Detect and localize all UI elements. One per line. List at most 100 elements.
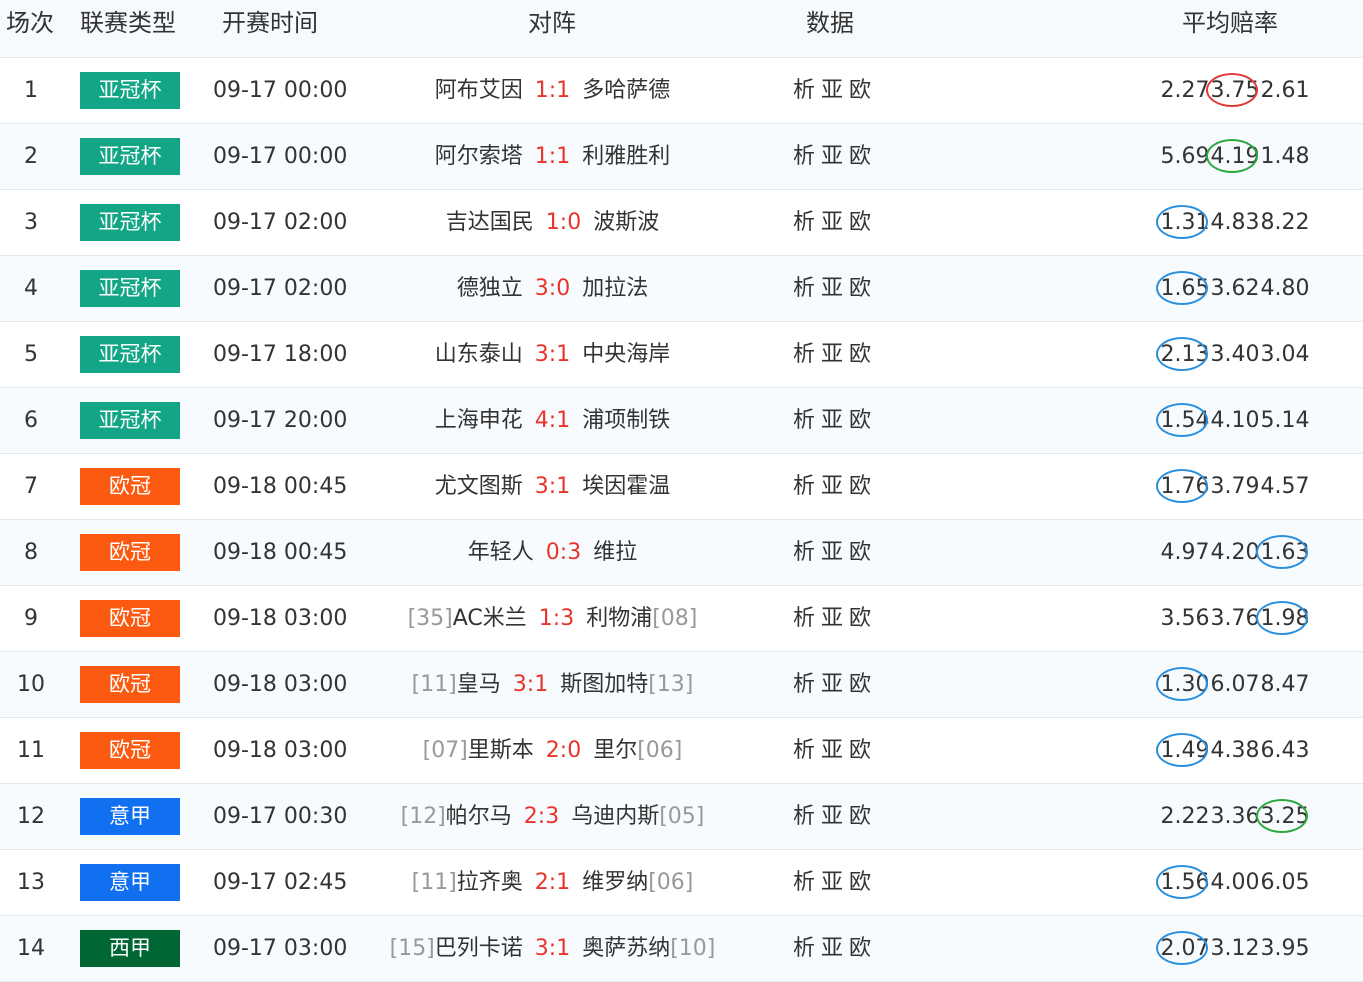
euro-odds-link[interactable]: 欧 [849,276,871,301]
away-team[interactable]: 乌迪内斯 [571,804,659,829]
league-badge[interactable]: 意甲 [80,798,180,835]
home-team[interactable]: 阿尔索塔 [435,144,523,169]
table-row[interactable]: 1 亚冠杯 09-17 00:00 阿布艾因 1:1 多哈萨德 析亚欧 2.273.752.6… [0,58,1363,124]
analysis-link[interactable]: 析 [793,738,815,763]
fixture[interactable]: 德独立 3:0 加拉法 [360,256,745,321]
asian-odds-link[interactable]: 亚 [821,342,843,367]
asian-odds-link[interactable]: 亚 [821,606,843,631]
fixture[interactable]: 吉达国民 1:0 波斯波 [360,190,745,255]
home-team[interactable]: 巴列卡诺 [435,936,523,961]
league-badge[interactable]: 亚冠杯 [80,336,180,373]
euro-odds-link[interactable]: 欧 [849,474,871,499]
away-team[interactable]: 斯图加特 [560,672,648,697]
table-row[interactable]: 12 意甲 09-17 00:30 [12]帕尔马 2:3 乌迪内斯[05] 析亚欧 2.22… [0,784,1363,850]
euro-odds-link[interactable]: 欧 [849,540,871,565]
table-row[interactable]: 7 欧冠 09-18 00:45 尤文图斯 3:1 埃因霍温 析亚欧 1.763.794.57 [0,454,1363,520]
league-badge[interactable]: 意甲 [80,864,180,901]
away-team[interactable]: 埃因霍温 [582,474,670,499]
analysis-link[interactable]: 析 [793,936,815,961]
euro-odds-link[interactable]: 欧 [849,672,871,697]
analysis-link[interactable]: 析 [793,672,815,697]
home-team[interactable]: 帕尔马 [446,804,512,829]
fixture[interactable]: [12]帕尔马 2:3 乌迪内斯[05] [360,784,745,849]
asian-odds-link[interactable]: 亚 [821,738,843,763]
table-row[interactable]: 5 亚冠杯 09-17 18:00 山东泰山 3:1 中央海岸 析亚欧 2.133.403.0… [0,322,1363,388]
euro-odds-link[interactable]: 欧 [849,342,871,367]
home-team[interactable]: AC米兰 [453,606,527,631]
league-badge[interactable]: 亚冠杯 [80,138,180,175]
fixture[interactable]: 尤文图斯 3:1 埃因霍温 [360,454,745,519]
asian-odds-link[interactable]: 亚 [821,540,843,565]
league-badge[interactable]: 亚冠杯 [80,72,180,109]
asian-odds-link[interactable]: 亚 [821,672,843,697]
analysis-link[interactable]: 析 [793,408,815,433]
fixture[interactable]: [11]拉齐奥 2:1 维罗纳[06] [360,850,745,915]
table-row[interactable]: 2 亚冠杯 09-17 00:00 阿尔索塔 1:1 利雅胜利 析亚欧 5.694.191.4… [0,124,1363,190]
asian-odds-link[interactable]: 亚 [821,210,843,235]
fixture[interactable]: [07]里斯本 2:0 里尔[06] [360,718,745,783]
analysis-link[interactable]: 析 [793,804,815,829]
asian-odds-link[interactable]: 亚 [821,276,843,301]
table-row[interactable]: 4 亚冠杯 09-17 02:00 德独立 3:0 加拉法 析亚欧 1.653.624.80 [0,256,1363,322]
league-badge[interactable]: 西甲 [80,930,180,967]
home-team[interactable]: 里斯本 [468,738,534,763]
analysis-link[interactable]: 析 [793,606,815,631]
euro-odds-link[interactable]: 欧 [849,870,871,895]
away-team[interactable]: 里尔 [593,738,637,763]
away-team[interactable]: 浦项制铁 [582,408,670,433]
fixture[interactable]: 山东泰山 3:1 中央海岸 [360,322,745,387]
euro-odds-link[interactable]: 欧 [849,210,871,235]
league-badge[interactable]: 亚冠杯 [80,270,180,307]
table-row[interactable]: 3 亚冠杯 09-17 02:00 吉达国民 1:0 波斯波 析亚欧 1.314.838.22 [0,190,1363,256]
euro-odds-link[interactable]: 欧 [849,804,871,829]
asian-odds-link[interactable]: 亚 [821,144,843,169]
league-badge[interactable]: 亚冠杯 [80,402,180,439]
analysis-link[interactable]: 析 [793,210,815,235]
home-team[interactable]: 皇马 [457,672,501,697]
away-team[interactable]: 中央海岸 [582,342,670,367]
euro-odds-link[interactable]: 欧 [849,606,871,631]
league-badge[interactable]: 欧冠 [80,666,180,703]
euro-odds-link[interactable]: 欧 [849,738,871,763]
league-badge[interactable]: 欧冠 [80,534,180,571]
league-badge[interactable]: 欧冠 [80,468,180,505]
asian-odds-link[interactable]: 亚 [821,474,843,499]
asian-odds-link[interactable]: 亚 [821,936,843,961]
asian-odds-link[interactable]: 亚 [821,870,843,895]
euro-odds-link[interactable]: 欧 [849,408,871,433]
analysis-link[interactable]: 析 [793,144,815,169]
table-row[interactable]: 8 欧冠 09-18 00:45 年轻人 0:3 维拉 析亚欧 4.974.201.63 [0,520,1363,586]
away-team[interactable]: 维拉 [593,540,637,565]
away-team[interactable]: 加拉法 [582,276,648,301]
asian-odds-link[interactable]: 亚 [821,408,843,433]
table-row[interactable]: 10 欧冠 09-18 03:00 [11]皇马 3:1 斯图加特[13] 析亚欧 1.306… [0,652,1363,718]
away-team[interactable]: 利雅胜利 [582,144,670,169]
home-team[interactable]: 上海申花 [435,408,523,433]
analysis-link[interactable]: 析 [793,474,815,499]
euro-odds-link[interactable]: 欧 [849,78,871,103]
home-team[interactable]: 吉达国民 [446,210,534,235]
away-team[interactable]: 维罗纳 [582,870,648,895]
home-team[interactable]: 德独立 [457,276,523,301]
home-team[interactable]: 年轻人 [468,540,534,565]
away-team[interactable]: 奥萨苏纳 [582,936,670,961]
home-team[interactable]: 拉齐奥 [457,870,523,895]
analysis-link[interactable]: 析 [793,870,815,895]
fixture[interactable]: 年轻人 0:3 维拉 [360,520,745,585]
asian-odds-link[interactable]: 亚 [821,804,843,829]
table-row[interactable]: 6 亚冠杯 09-17 20:00 上海申花 4:1 浦项制铁 析亚欧 1.544.105.1… [0,388,1363,454]
league-badge[interactable]: 欧冠 [80,732,180,769]
analysis-link[interactable]: 析 [793,276,815,301]
home-team[interactable]: 尤文图斯 [435,474,523,499]
table-row[interactable]: 9 欧冠 09-18 03:00 [35]AC米兰 1:3 利物浦[08] 析亚欧 3.563… [0,586,1363,652]
fixture[interactable]: [11]皇马 3:1 斯图加特[13] [360,652,745,717]
home-team[interactable]: 阿布艾因 [435,78,523,103]
fixture[interactable]: [15]巴列卡诺 3:1 奥萨苏纳[10] [360,916,745,981]
league-badge[interactable]: 欧冠 [80,600,180,637]
table-row[interactable]: 11 欧冠 09-18 03:00 [07]里斯本 2:0 里尔[06] 析亚欧 1.494.… [0,718,1363,784]
away-team[interactable]: 利物浦 [586,606,652,631]
asian-odds-link[interactable]: 亚 [821,78,843,103]
euro-odds-link[interactable]: 欧 [849,936,871,961]
table-row[interactable]: 14 西甲 09-17 03:00 [15]巴列卡诺 3:1 奥萨苏纳[10] 析亚欧 2.0… [0,916,1363,982]
fixture[interactable]: 上海申花 4:1 浦项制铁 [360,388,745,453]
